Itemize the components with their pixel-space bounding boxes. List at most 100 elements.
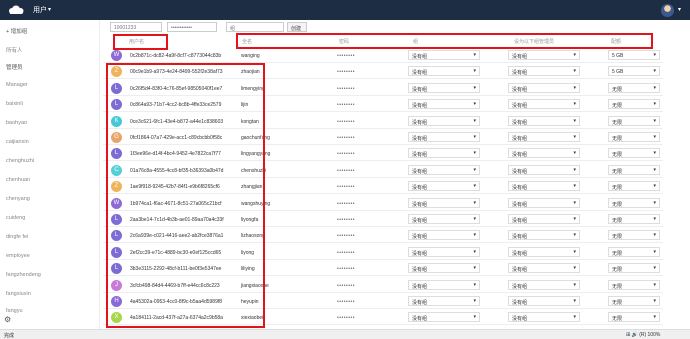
subadmin-select[interactable]: 没有组 ▾ — [508, 181, 580, 192]
quota-select[interactable]: 无限 ▾ — [608, 132, 660, 142]
groups-select[interactable]: 没有组 ▾ — [408, 115, 480, 126]
sidebar-item-everyone[interactable]: 所有人 — [6, 46, 23, 54]
display-name-cell[interactable]: wanging — [241, 53, 260, 59]
sidebar-item-group[interactable]: baohyao — [6, 120, 27, 126]
groups-select[interactable]: 没有组 ▾ — [408, 312, 480, 323]
quota-select[interactable]: 无限 ▾ — [608, 312, 660, 323]
password-cell[interactable]: •••••••• — [337, 69, 355, 75]
groups-select[interactable]: 没有组 ▾ — [408, 82, 480, 93]
password-cell[interactable]: •••••••• — [337, 283, 355, 289]
quota-select[interactable]: 无限 ▾ — [608, 197, 660, 208]
groups-select[interactable]: 没有组 ▾ — [408, 148, 480, 159]
groups-select[interactable]: 没有组 ▾ — [408, 132, 480, 142]
password-cell[interactable]: •••••••• — [337, 102, 355, 108]
password-cell[interactable]: •••••••• — [337, 184, 355, 190]
create-user-button[interactable]: 创建 — [287, 22, 307, 32]
sidebar-item-admin[interactable]: 管理员 — [6, 63, 23, 71]
subadmin-select[interactable]: 没有组 ▾ — [508, 115, 580, 126]
password-cell[interactable]: •••••••• — [337, 217, 355, 223]
subadmin-select[interactable]: 没有组 ▾ — [508, 312, 580, 323]
sidebar-item-group[interactable]: fangxiuxin — [6, 291, 31, 297]
password-cell[interactable]: •••••••• — [337, 201, 355, 207]
gear-icon[interactable]: ⚙ — [4, 316, 12, 324]
subadmin-select[interactable]: 没有组 ▾ — [508, 246, 580, 257]
subadmin-select[interactable]: 没有组 ▾ — [508, 99, 580, 110]
app-menu-title[interactable]: 用户 — [33, 5, 47, 15]
sidebar-item-group[interactable]: chenyang — [6, 196, 30, 202]
password-cell[interactable]: •••••••• — [337, 299, 355, 305]
quota-select[interactable]: 无限 ▾ — [608, 181, 660, 192]
password-cell[interactable]: •••••••• — [337, 168, 355, 174]
quota-select[interactable]: 无限 ▾ — [608, 279, 660, 290]
sidebar-item-group[interactable]: Manager — [6, 82, 28, 88]
chevron-down-icon: ▾ — [653, 101, 656, 108]
password-cell[interactable]: •••••••• — [337, 233, 355, 239]
password-cell[interactable]: •••••••• — [337, 250, 355, 256]
quota-select[interactable]: 无限 ▾ — [608, 246, 660, 257]
subadmin-select[interactable]: 没有组 ▾ — [508, 66, 580, 77]
quota-select[interactable]: 无限 ▾ — [608, 296, 660, 306]
groups-select[interactable]: 没有组 ▾ — [408, 66, 480, 77]
subadmin-select[interactable]: 没有组 ▾ — [508, 279, 580, 290]
groups-select[interactable]: 没有组 ▾ — [408, 99, 480, 110]
quota-select[interactable]: 无限 ▾ — [608, 99, 660, 110]
quota-select[interactable]: 5 GB ▾ — [608, 66, 660, 77]
quota-select[interactable]: 无限 ▾ — [608, 230, 660, 241]
subadmin-select[interactable]: 没有组 ▾ — [508, 296, 580, 306]
groups-select[interactable]: 没有组 ▾ — [408, 296, 480, 306]
quota-select[interactable]: 5 GB ▾ — [608, 50, 660, 60]
groups-select[interactable]: 没有组 ▾ — [408, 214, 480, 224]
subadmin-select[interactable]: 没有组 ▾ — [508, 148, 580, 159]
chevron-down-icon[interactable]: ▾ — [678, 6, 681, 13]
password-cell[interactable]: •••••••• — [337, 86, 355, 92]
password-cell[interactable]: •••••••• — [337, 53, 355, 59]
sidebar-item-group[interactable]: baixinli — [6, 101, 23, 107]
user-row[interactable]: W 0c2b871c-dc82-4a9f-8cf7-c8773044c83b wan… — [103, 48, 663, 63]
owncloud-logo-icon[interactable] — [7, 5, 25, 15]
new-password-input[interactable]: •••••••••••• — [167, 22, 217, 32]
quota-select[interactable]: 无限 ▾ — [608, 82, 660, 93]
subadmin-select[interactable]: 没有组 ▾ — [508, 164, 580, 175]
subadmin-select[interactable]: 没有组 ▾ — [508, 132, 580, 142]
password-cell[interactable]: •••••••• — [337, 135, 355, 141]
quota-select[interactable]: 无限 ▾ — [608, 214, 660, 224]
groups-select[interactable]: 没有组 ▾ — [408, 246, 480, 257]
groups-select[interactable]: 没有组 ▾ — [408, 197, 480, 208]
password-cell[interactable]: •••••••• — [337, 315, 355, 321]
quota-select[interactable]: 无限 ▾ — [608, 115, 660, 126]
password-cell[interactable]: •••••••• — [337, 119, 355, 125]
new-user-group-select[interactable]: 组 — [226, 22, 284, 32]
sidebar-item-group[interactable]: chenhuan — [6, 177, 30, 183]
sidebar-item-group[interactable]: cuideng — [6, 215, 25, 221]
subadmin-select[interactable]: 没有组 ▾ — [508, 50, 580, 60]
quota-select[interactable]: 无限 ▾ — [608, 148, 660, 159]
subadmin-select[interactable]: 没有组 ▾ — [508, 214, 580, 224]
subadmin-select[interactable]: 没有组 ▾ — [508, 82, 580, 93]
groups-select[interactable]: 没有组 ▾ — [408, 164, 480, 175]
password-cell[interactable]: •••••••• — [337, 151, 355, 157]
groups-select-value: 没有组 — [412, 234, 428, 241]
subadmin-select[interactable]: 没有组 ▾ — [508, 197, 580, 208]
password-cell[interactable]: •••••••• — [337, 266, 355, 272]
sidebar-item-group[interactable]: employee — [6, 253, 30, 259]
sidebar-item-group[interactable]: fangzhendeng — [6, 272, 41, 278]
sidebar-item-group[interactable]: dingfe fei — [6, 234, 28, 240]
subadmin-select[interactable]: 没有组 ▾ — [508, 263, 580, 274]
groups-select[interactable]: 没有组 ▾ — [408, 181, 480, 192]
groups-select[interactable]: 没有组 ▾ — [408, 230, 480, 241]
groups-select[interactable]: 没有组 ▾ — [408, 263, 480, 274]
add-group-button[interactable]: + 增加组 — [6, 27, 27, 35]
quota-select[interactable]: 无限 ▾ — [608, 263, 660, 274]
user-avatar[interactable] — [661, 4, 674, 17]
quota-select[interactable]: 无限 ▾ — [608, 164, 660, 175]
groups-select[interactable]: 没有组 ▾ — [408, 279, 480, 290]
subadmin-select[interactable]: 没有组 ▾ — [508, 230, 580, 241]
groups-select[interactable]: 没有组 ▾ — [408, 50, 480, 60]
new-username-input[interactable]: 10001233 — [110, 22, 162, 32]
sidebar-item-group[interactable]: fangyu — [6, 308, 23, 314]
sidebar-item-group[interactable]: chenghuzhi — [6, 158, 34, 164]
subadmin-select-value: 没有组 — [512, 119, 528, 126]
chevron-down-icon[interactable]: ▾ — [48, 6, 51, 13]
sidebar-item-group[interactable]: caijianxin — [6, 139, 29, 145]
zoom-level[interactable]: ⊞ 🔊 (R) 100% — [626, 332, 660, 338]
